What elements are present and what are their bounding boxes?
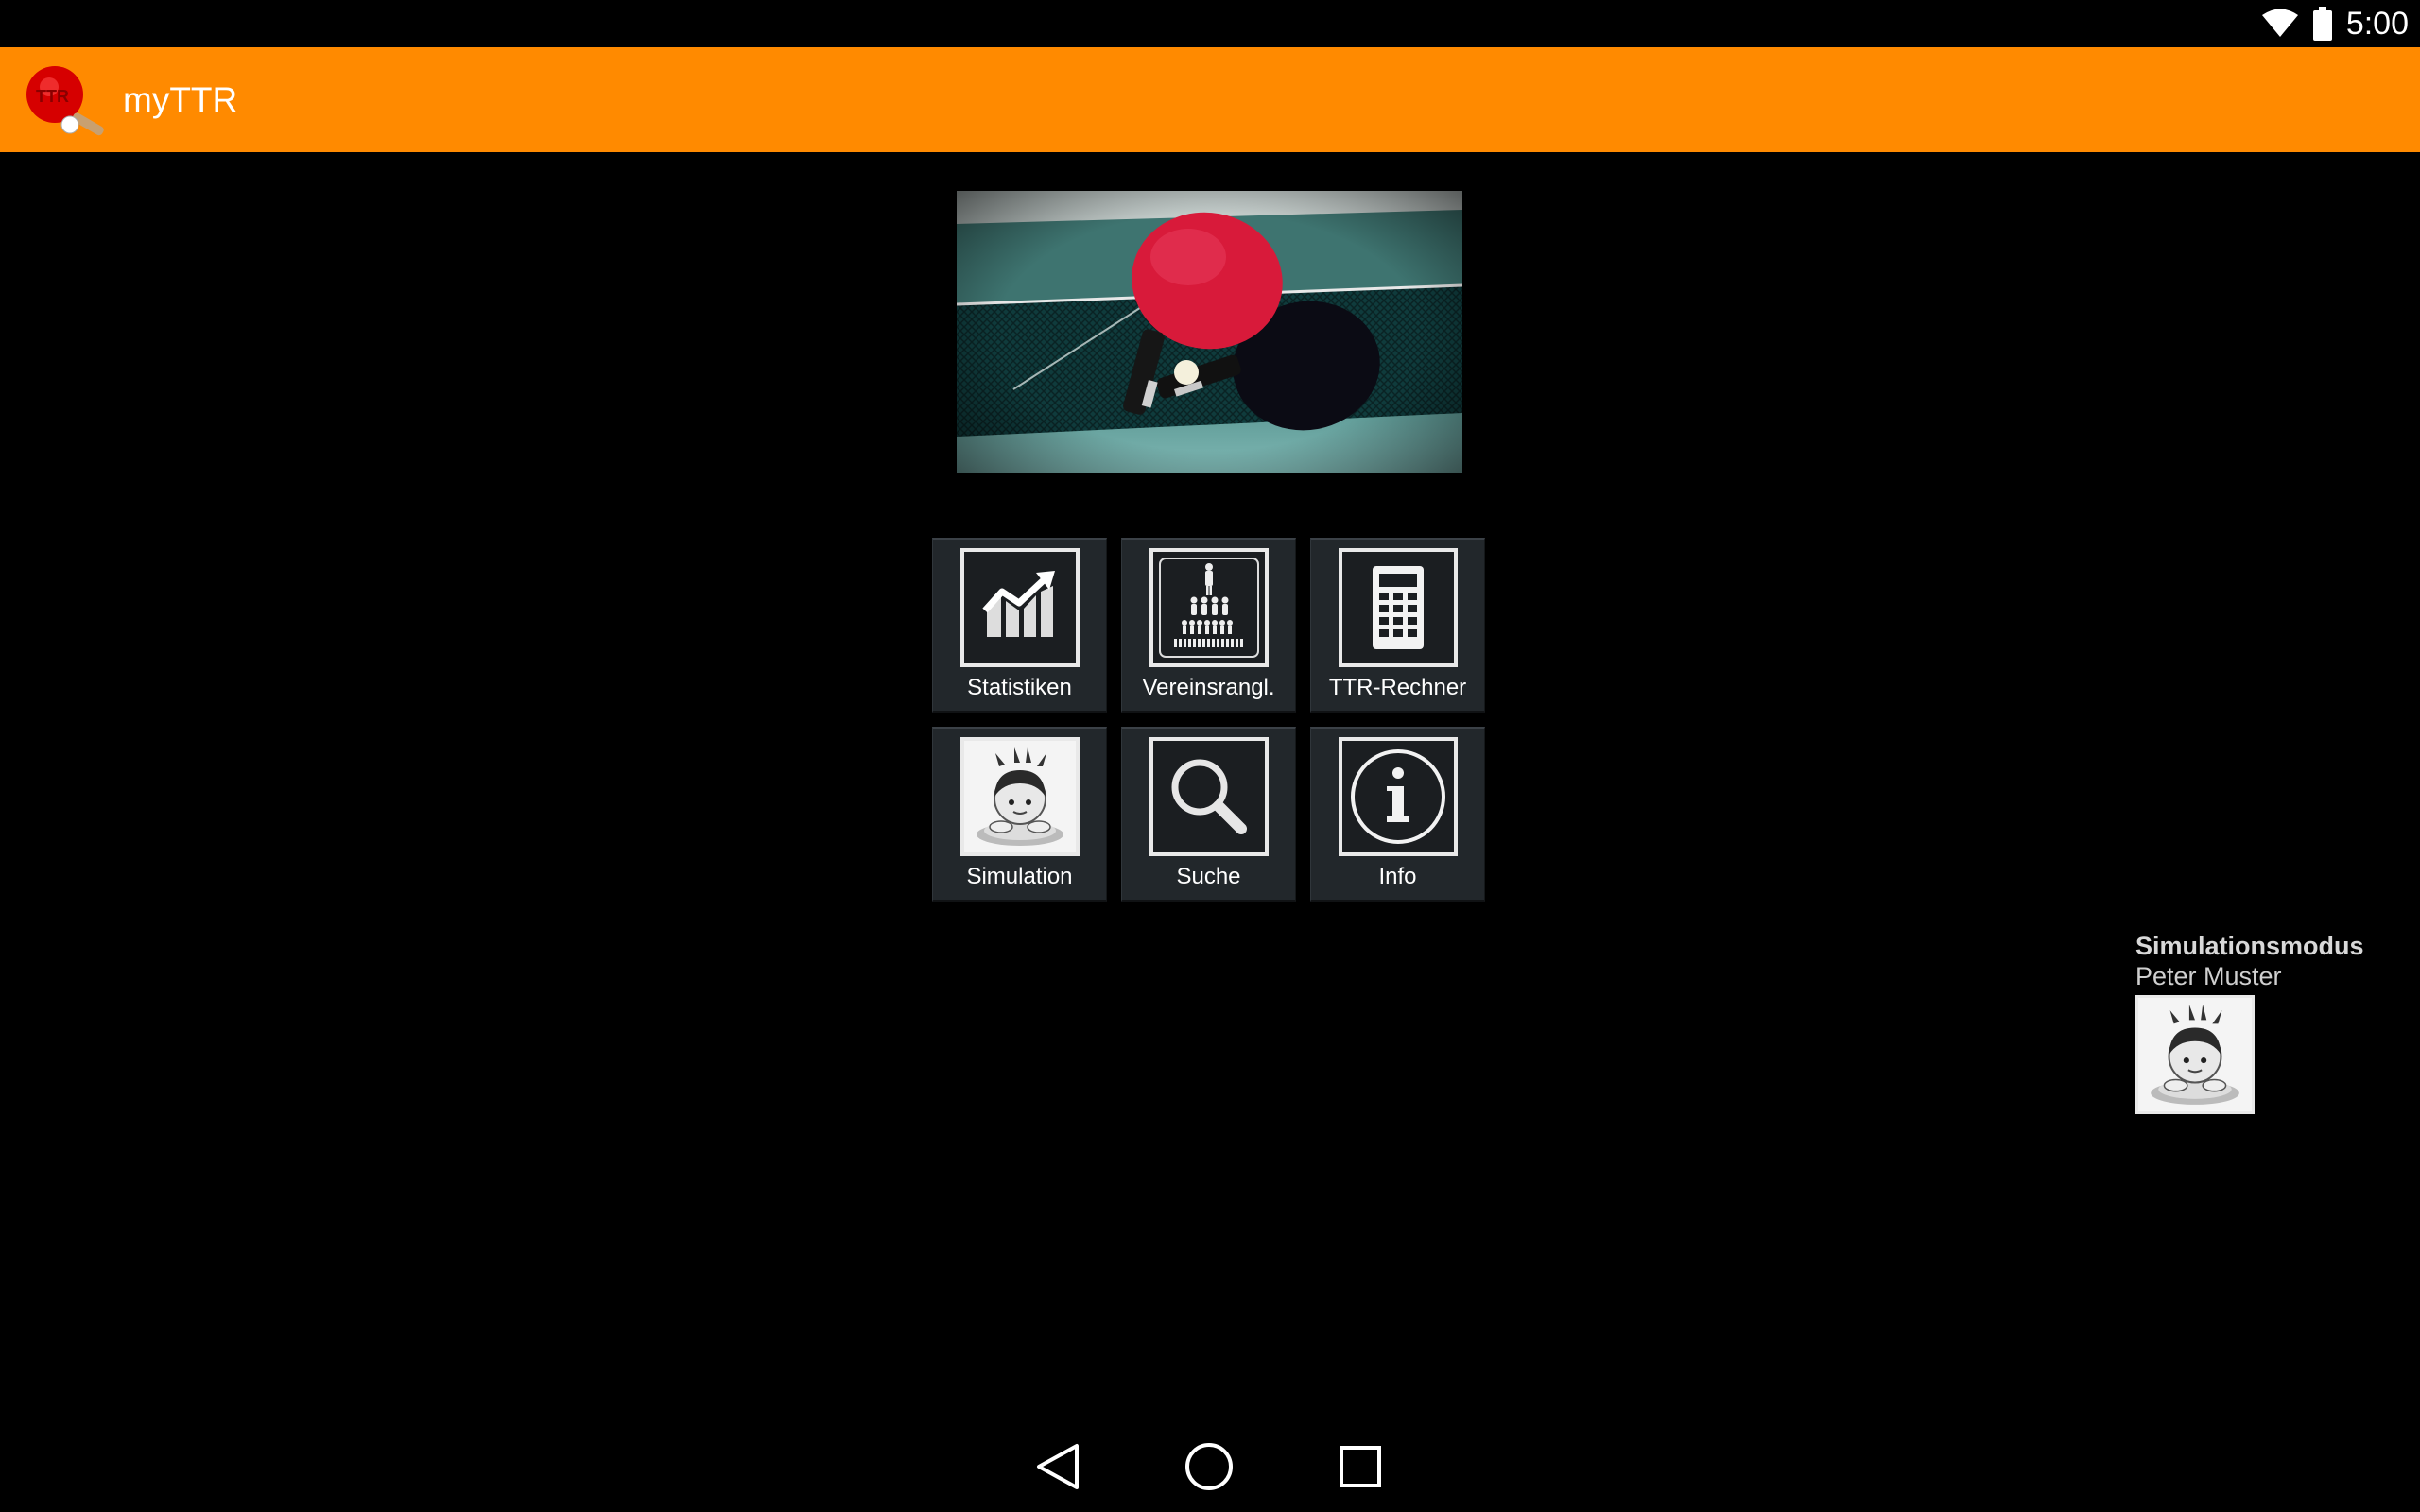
- screen: 5:00 TTR myTTR Statistiken Vereinsrangl.…: [0, 0, 2420, 1512]
- info-icon: [1338, 737, 1458, 856]
- tile-suche[interactable]: Suche: [1121, 727, 1296, 902]
- back-icon[interactable]: [1029, 1438, 1086, 1495]
- tile-ttr-rechner[interactable]: TTR-Rechner: [1310, 538, 1485, 713]
- tile-simulation[interactable]: Simulation: [932, 727, 1107, 902]
- tile-label: Suche: [1176, 864, 1241, 889]
- simulation-player-name: Peter Muster: [2135, 962, 2282, 990]
- tile-label: Info: [1378, 864, 1417, 889]
- svg-text:TTR: TTR: [36, 87, 69, 106]
- calculator-icon: [1338, 548, 1458, 667]
- tile-label: TTR-Rechner: [1328, 675, 1467, 700]
- navigation-bar: [0, 1418, 2420, 1512]
- home-icon[interactable]: [1181, 1438, 1237, 1495]
- battery-icon: [2312, 7, 2332, 41]
- chart-icon: [959, 548, 1080, 667]
- tile-label: Simulation: [966, 864, 1073, 889]
- tile-statistiken[interactable]: Statistiken: [932, 538, 1107, 713]
- action-bar: TTR myTTR: [0, 47, 2420, 152]
- avatar-icon[interactable]: [2135, 995, 2255, 1114]
- table-tennis-paddles-photo: [957, 191, 1462, 473]
- recents-icon[interactable]: [1332, 1438, 1389, 1495]
- search-icon: [1149, 737, 1269, 856]
- tile-label: Statistiken: [967, 675, 1072, 700]
- status-icons: 5:00: [2261, 4, 2409, 43]
- app-title: myTTR: [123, 79, 238, 119]
- wifi-icon: [2261, 9, 2298, 37]
- table-tennis-paddle-logo[interactable]: TTR: [21, 62, 115, 138]
- tile-label: Vereinsrangl.: [1142, 675, 1275, 700]
- tile-info[interactable]: Info: [1310, 727, 1485, 902]
- ranking-pyramid-icon: [1149, 548, 1269, 667]
- simulation-mode-title: Simulationsmodus: [2135, 932, 2364, 960]
- status-time: 5:00: [2345, 5, 2409, 42]
- hero-image: [957, 191, 1462, 473]
- main-menu-grid: Statistiken Vereinsrangl. TTR-Rechner Si…: [932, 538, 1485, 902]
- status-bar: 5:00: [0, 0, 2420, 47]
- tile-vereinsrangliste[interactable]: Vereinsrangl.: [1121, 538, 1296, 713]
- avatar-icon: [959, 737, 1080, 856]
- simulation-mode-panel: Simulationsmodus Peter Muster: [2135, 931, 2364, 1114]
